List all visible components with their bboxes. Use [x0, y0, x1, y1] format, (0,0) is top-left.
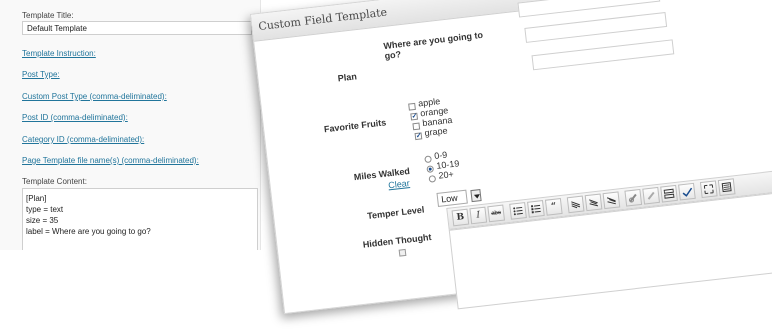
more-tag-icon[interactable]: [660, 184, 678, 203]
panel-title: Custom Field Template: [257, 5, 388, 34]
media-icon[interactable]: [398, 248, 407, 257]
panel-header: Custom Field Template: [251, 0, 772, 42]
template-title-input[interactable]: [22, 21, 252, 35]
template-content-line: type = text: [26, 205, 64, 214]
template-content-line: [Plan]: [26, 194, 47, 203]
miles-radio-20-plus[interactable]: [428, 175, 437, 183]
custom-post-type-link[interactable]: Custom Post Type (comma-deliminated):: [22, 92, 167, 101]
template-instruction-link[interactable]: Template Instruction:: [22, 49, 96, 58]
temper-level-label: Temper Level: [366, 204, 425, 221]
align-center-icon[interactable]: [584, 193, 603, 212]
numbered-list-icon[interactable]: [527, 200, 545, 218]
fruit-checkbox-orange[interactable]: ✓: [410, 112, 419, 121]
template-content-line: size = 35: [26, 216, 59, 225]
kitchen-sink-icon[interactable]: [717, 178, 736, 197]
bold-button[interactable]: B: [451, 208, 470, 227]
chevron-down-icon[interactable]: [470, 189, 482, 203]
category-id-link[interactable]: Category ID (comma-deliminated):: [22, 135, 144, 144]
link-icon[interactable]: [624, 188, 643, 207]
plan-label: Plan: [337, 71, 358, 84]
hidden-thought-label: Hidden Thought: [362, 231, 432, 250]
miles-radio-0-9[interactable]: [424, 155, 432, 164]
temper-level-select[interactable]: Low: [436, 189, 468, 207]
unlink-icon[interactable]: [642, 186, 661, 205]
template-content-textarea[interactable]: [Plan] type = text size = 35 label = Whe…: [22, 188, 258, 250]
fruit-checkbox-apple[interactable]: [408, 102, 416, 111]
blockquote-icon[interactable]: “: [544, 197, 563, 216]
align-right-icon[interactable]: [602, 191, 621, 210]
plan-input-3[interactable]: [531, 39, 675, 71]
post-type-link[interactable]: Post Type:: [22, 70, 60, 79]
custom-field-template-panel: Custom Field Template Where are you goin…: [250, 0, 772, 315]
fullscreen-icon[interactable]: [699, 180, 718, 199]
page-template-file-link[interactable]: Page Template file name(s) (comma-delimi…: [22, 156, 199, 165]
template-settings-panel: Template Title: Template Instruction: Po…: [0, 0, 261, 250]
miles-option-label: 20+: [437, 169, 455, 181]
italic-button[interactable]: I: [469, 206, 488, 225]
spellcheck-icon[interactable]: [678, 182, 696, 201]
post-id-link[interactable]: Post ID (comma-deliminated):: [22, 113, 128, 122]
plan-input-2[interactable]: [524, 11, 668, 43]
fruit-option-label: grape: [424, 125, 449, 138]
miles-radio-10-19[interactable]: [426, 165, 435, 173]
fruit-checkbox-grape[interactable]: ✓: [414, 132, 423, 141]
template-content-line: label = Where are you going to go?: [26, 227, 151, 236]
favorite-fruits-label: Favorite Fruits: [323, 117, 387, 135]
template-title-label: Template Title:: [22, 11, 74, 20]
bullet-list-icon[interactable]: [509, 202, 527, 220]
fruit-checkbox-banana[interactable]: [412, 122, 421, 131]
template-content-label: Template Content:: [22, 177, 87, 186]
plan-question-label: Where are you going to go?: [382, 29, 484, 61]
align-left-icon[interactable]: [566, 195, 585, 214]
strikethrough-button[interactable]: abc: [487, 204, 506, 223]
clear-link[interactable]: Clear: [388, 178, 411, 190]
